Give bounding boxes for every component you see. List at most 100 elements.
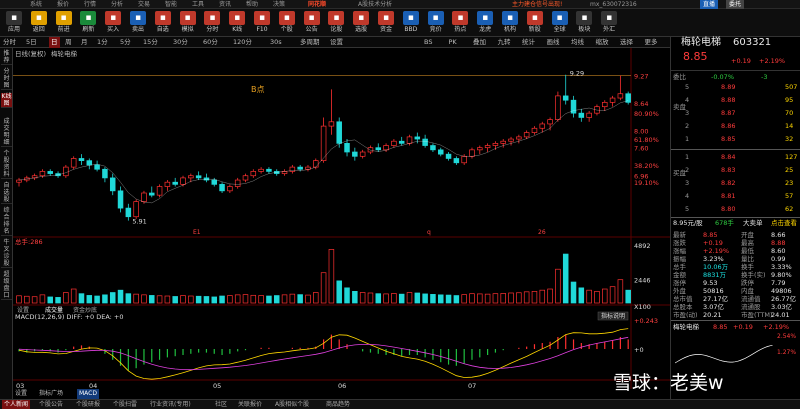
menu-item-5[interactable]: 智能: [165, 0, 177, 9]
volume-bar: [320, 272, 327, 304]
news-tab-4[interactable]: 行业资讯(专用): [150, 400, 191, 409]
toolbar-buy-button[interactable]: ▪ 买入: [102, 10, 124, 36]
toolbar-ipo-button[interactable]: ▪ 新股: [524, 10, 546, 36]
titlebar-button-1[interactable]: 委托: [726, 0, 745, 9]
news-tab-3[interactable]: 个股扫雷: [113, 400, 137, 409]
period-6[interactable]: 5分: [120, 37, 131, 48]
toolbar-sector-button[interactable]: ▪ 板块: [573, 10, 595, 36]
toolbar-bbd-button[interactable]: ▪ BBD: [400, 10, 422, 36]
chart-tool-4[interactable]: 统计: [522, 37, 535, 48]
stat-label: 内盘: [741, 287, 754, 295]
chart-tool-2[interactable]: 叠加: [473, 37, 486, 48]
news-tab-1[interactable]: 个股公告: [39, 400, 63, 409]
chart-tool-9[interactable]: 更多: [645, 37, 658, 48]
left-nav-item-6[interactable]: 综合排名: [1, 207, 12, 236]
menu-item-2[interactable]: 行情: [84, 0, 96, 9]
menu-item-9[interactable]: 决策: [273, 0, 285, 9]
toolbar-forex-button[interactable]: ▪ 外汇: [598, 10, 620, 36]
notice-text[interactable]: 主力建仓信号出现!: [512, 0, 562, 9]
toolbar-stock-button[interactable]: ▪ 个股: [276, 10, 298, 36]
toolbar-funds-button[interactable]: ▪ 资金: [375, 10, 397, 36]
toolbar-refresh-button[interactable]: ▪ 刷新: [77, 10, 99, 36]
toolbar-kline-button[interactable]: ▪ K线: [226, 10, 248, 36]
menu-item-0[interactable]: 系统: [30, 0, 42, 9]
news-tab-5[interactable]: 社区: [215, 400, 227, 409]
toolbar-forward-button[interactable]: ▪ 前进: [53, 10, 75, 36]
chart-tool-1[interactable]: PK: [449, 37, 457, 48]
toolbar-institution-button[interactable]: ▪ 机构: [499, 10, 521, 36]
toolbar-f10-button[interactable]: ▪ F10: [251, 10, 273, 36]
volume-bar: [445, 294, 452, 304]
left-nav-item-5[interactable]: 自选股: [1, 182, 12, 204]
kline-chart[interactable]: 日线(复权) 梅轮电梯 B点 9.29 5.91 9.27 8.64 80.90% 8.0061…: [13, 48, 670, 390]
indicator-tab-0[interactable]: 设置: [15, 389, 27, 399]
news-tab-2[interactable]: 个股研报: [76, 400, 100, 409]
indicator-tab-1[interactable]: 指标广场: [39, 389, 63, 399]
period-10[interactable]: 120分: [233, 37, 252, 48]
account-name[interactable]: mx_630072316: [590, 0, 637, 9]
indicator-tab-2[interactable]: MACD: [77, 389, 99, 399]
period-8[interactable]: 30分: [173, 37, 188, 48]
menu-item-8[interactable]: 帮助: [246, 0, 258, 9]
ask-level: 4: [685, 96, 690, 104]
left-nav-item-1[interactable]: 分时图: [1, 68, 12, 90]
volume-bar: [555, 268, 561, 304]
toolbar-simulate-button[interactable]: ▪ 模拟: [177, 10, 199, 36]
toolbar-star-button[interactable]: ▪ 自选: [152, 10, 174, 36]
left-nav-item-3[interactable]: 成交明细: [1, 118, 12, 147]
left-nav-item-8[interactable]: 超级盘口: [1, 271, 12, 300]
toolbar-sell-button[interactable]: ▪ 卖出: [127, 10, 149, 36]
toolbar-dragon-tiger-button[interactable]: ▪ 龙虎: [474, 10, 496, 36]
toolbar-auction-button[interactable]: ▪ 竞价: [425, 10, 447, 36]
toolbar-discuss-button[interactable]: ▪ 论股: [325, 10, 347, 36]
period-3[interactable]: 周: [65, 37, 72, 48]
news-tab-6[interactable]: 关联报价: [238, 400, 262, 409]
period-13[interactable]: 设置: [330, 37, 343, 48]
period-5[interactable]: 1分: [97, 37, 108, 48]
news-tab-8[interactable]: 商品趋势: [326, 400, 350, 409]
chart-tool-5[interactable]: 画线: [547, 37, 560, 48]
toolbar-notice-button[interactable]: ▪ 公告: [301, 10, 323, 36]
volume-bar: [375, 293, 382, 304]
chart-tool-8[interactable]: 选择: [620, 37, 633, 48]
chart-tool-3[interactable]: 九转: [498, 37, 511, 48]
news-tab-7[interactable]: A股相似个股: [275, 400, 309, 409]
left-nav-item-2[interactable]: K线图: [1, 93, 12, 108]
toolbar-back-button[interactable]: ▪ 返回: [28, 10, 50, 36]
toolbar-globe-button[interactable]: ▪ 全球: [549, 10, 571, 36]
titlebar-button-0[interactable]: 直播: [700, 0, 719, 9]
candle-body: [383, 145, 389, 151]
menu-item-4[interactable]: 交易: [138, 0, 150, 9]
toolbar-select-stock-button[interactable]: ▪ 选股: [350, 10, 372, 36]
chart-tool-0[interactable]: BS: [424, 37, 432, 48]
period-0[interactable]: 分时: [3, 37, 16, 48]
period-12[interactable]: 多周期: [300, 37, 320, 48]
menu-item-3[interactable]: 分析: [111, 0, 123, 9]
chart-area[interactable]: 日线(复权) 梅轮电梯 B点 9.29 5.91 9.27 8.64 80.90% 8.00 61…: [13, 48, 670, 399]
menu-item-6[interactable]: 工具: [192, 0, 204, 9]
stock-name: 梅轮电梯: [681, 37, 721, 48]
toolbar-timeshare-button[interactable]: ▪ 分时: [201, 10, 223, 36]
menu-item-7[interactable]: 资讯: [219, 0, 231, 9]
period-2[interactable]: 日: [49, 37, 60, 48]
toolbar-hot-button[interactable]: ▪ 热点: [449, 10, 471, 36]
menu-item-1[interactable]: 报价: [57, 0, 69, 9]
left-nav-item-4[interactable]: 个股资料: [1, 150, 12, 179]
ask-price: 8.89: [721, 83, 736, 91]
period-11[interactable]: 30s: [270, 37, 282, 48]
volume-bar: [63, 292, 69, 304]
chart-tool-6[interactable]: 均线: [571, 37, 584, 48]
period-4[interactable]: 月: [81, 37, 88, 48]
period-7[interactable]: 15分: [143, 37, 158, 48]
left-nav-item-7[interactable]: 牛叉诊股: [1, 239, 12, 268]
trade-link[interactable]: 点击查看: [771, 219, 797, 227]
period-1[interactable]: 5日: [26, 37, 37, 48]
ask-volume: 70: [785, 109, 794, 117]
news-tab-0[interactable]: 个人新闻: [2, 400, 31, 409]
volume-bar: [117, 289, 124, 304]
price-axis-label: 9.27: [634, 73, 648, 81]
toolbar-apps-button[interactable]: ▪ 应用: [3, 10, 25, 36]
chart-tool-7[interactable]: 缩放: [596, 37, 609, 48]
left-nav-item-0[interactable]: 推荐: [1, 50, 12, 65]
period-9[interactable]: 60分: [203, 37, 218, 48]
